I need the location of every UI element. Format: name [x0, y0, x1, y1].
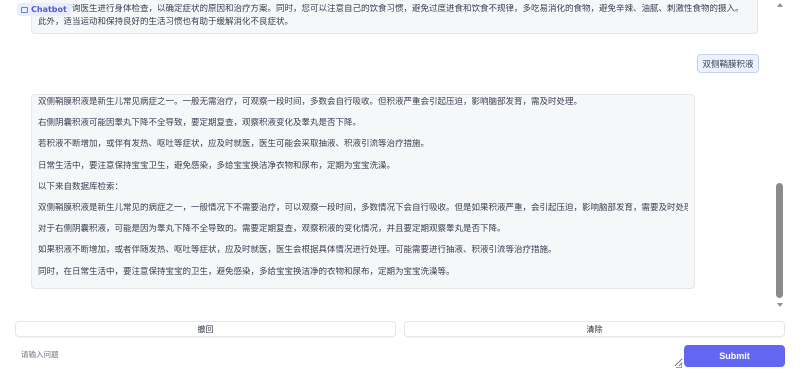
bot-message-line: 如果积液不断增加，或者伴随发热、呕吐等症状，应及时就医，医生会根据具体情况进行处…: [38, 245, 557, 256]
clear-button[interactable]: 清除: [404, 321, 785, 337]
chat-icon: [21, 6, 28, 13]
chat-scrollbar[interactable]: [774, 0, 786, 314]
chatbot-label-text: Chatbot: [31, 5, 67, 14]
bot-message-reply: 双侧鞘膜积液是新生儿常见病症之一。一般无需治疗，可观察一段时间，多数会自行吸收。…: [31, 94, 695, 289]
scroll-down-arrow-icon[interactable]: [777, 303, 783, 307]
bot-message-line: 此外，适当运动和保持良好的生活习惯也有助于缓解消化不良症状。: [38, 17, 294, 27]
undo-button[interactable]: 撤回: [15, 321, 396, 337]
bot-message-line: 同时，在日常生活中，要注意保持宝宝的卫生，避免感染，多给宝宝换洁净的衣物和尿布，…: [38, 266, 455, 277]
bot-message-line: 若积液不断增加，或伴有发热、呕吐等症状，应及时就医，医生可能会采取抽液、积液引流…: [38, 139, 430, 150]
user-message: 双侧鞘膜积液: [697, 54, 759, 73]
bot-message-line: 以下来自数据库检索：: [38, 181, 124, 192]
bot-message-line: 对于右侧阴囊积液，可能是因为睾丸下降不全导致的。需要定期复查，观察积液的变化情况…: [38, 224, 506, 235]
chat-area: Chatbot 建议您咨询医生进行身体检查，以确定症状的原因和治疗方案。同时，您…: [0, 0, 800, 314]
bot-message-line: 右侧阴囊积液可能因睾丸下降不全导致，要定期复查，观察积液变化及睾丸是否下降。: [38, 118, 362, 129]
chatbot-label: Chatbot: [17, 3, 71, 16]
bot-message-line: 双侧鞘膜积液是新生儿常见的病症之一，一般情况下不需要治疗，可以观察一段时间，多数…: [38, 202, 688, 213]
bot-message-line: 建议您咨询医生进行身体检查，以确定症状的原因和治疗方案。同时，您可以注意自己的饮…: [38, 4, 744, 14]
question-input[interactable]: [15, 345, 683, 367]
bot-message-line: 日常生活中，要注意保持宝宝卫生，避免感染，多给宝宝换洁净衣物和尿布，定期为宝宝洗…: [38, 160, 396, 171]
scroll-up-arrow-icon[interactable]: [777, 3, 783, 7]
scrollbar-thumb[interactable]: [776, 183, 783, 298]
bot-message-line: 双侧鞘膜积液是新生儿常见病症之一。一般无需治疗，可观察一段时间，多数会自行吸收。…: [38, 97, 583, 107]
submit-button[interactable]: Submit: [684, 345, 785, 367]
bot-message-previous: 建议您咨询医生进行身体检查，以确定症状的原因和治疗方案。同时，您可以注意自己的饮…: [31, 0, 758, 34]
resize-handle-icon[interactable]: [676, 362, 682, 368]
